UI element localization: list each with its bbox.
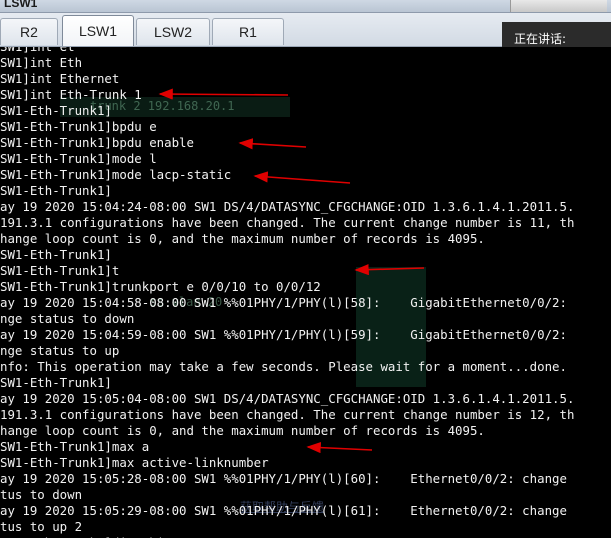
window-title: LSW1	[4, 0, 38, 10]
tab-label: LSW1	[78, 23, 118, 39]
arrow-max-active	[306, 442, 373, 454]
tab-label: LSW2	[153, 24, 193, 40]
tab-lsw1[interactable]: LSW1	[62, 15, 134, 46]
tab-lsw2[interactable]: LSW2	[136, 18, 210, 45]
tab-label: R1	[239, 24, 257, 40]
tab-r1[interactable]: R1	[212, 18, 284, 45]
window-controls[interactable]	[510, 0, 607, 12]
speaking-label: 正在讲话:	[514, 32, 567, 46]
arrow-lacp-static	[253, 171, 351, 184]
annotation-arrows	[158, 88, 425, 454]
terminal-console[interactable]: trunk 2 192.168.20.1 ss vlan 20 获取帮助与反馈 …	[0, 47, 611, 538]
arrow-bpdu-enable	[238, 138, 307, 150]
arrow-trunkport	[354, 264, 425, 276]
tab-label: R2	[20, 24, 38, 40]
tab-r2[interactable]: R2	[0, 18, 58, 45]
arrow-eth-trunk	[158, 88, 289, 100]
window-title-bar: LSW1	[0, 0, 611, 13]
